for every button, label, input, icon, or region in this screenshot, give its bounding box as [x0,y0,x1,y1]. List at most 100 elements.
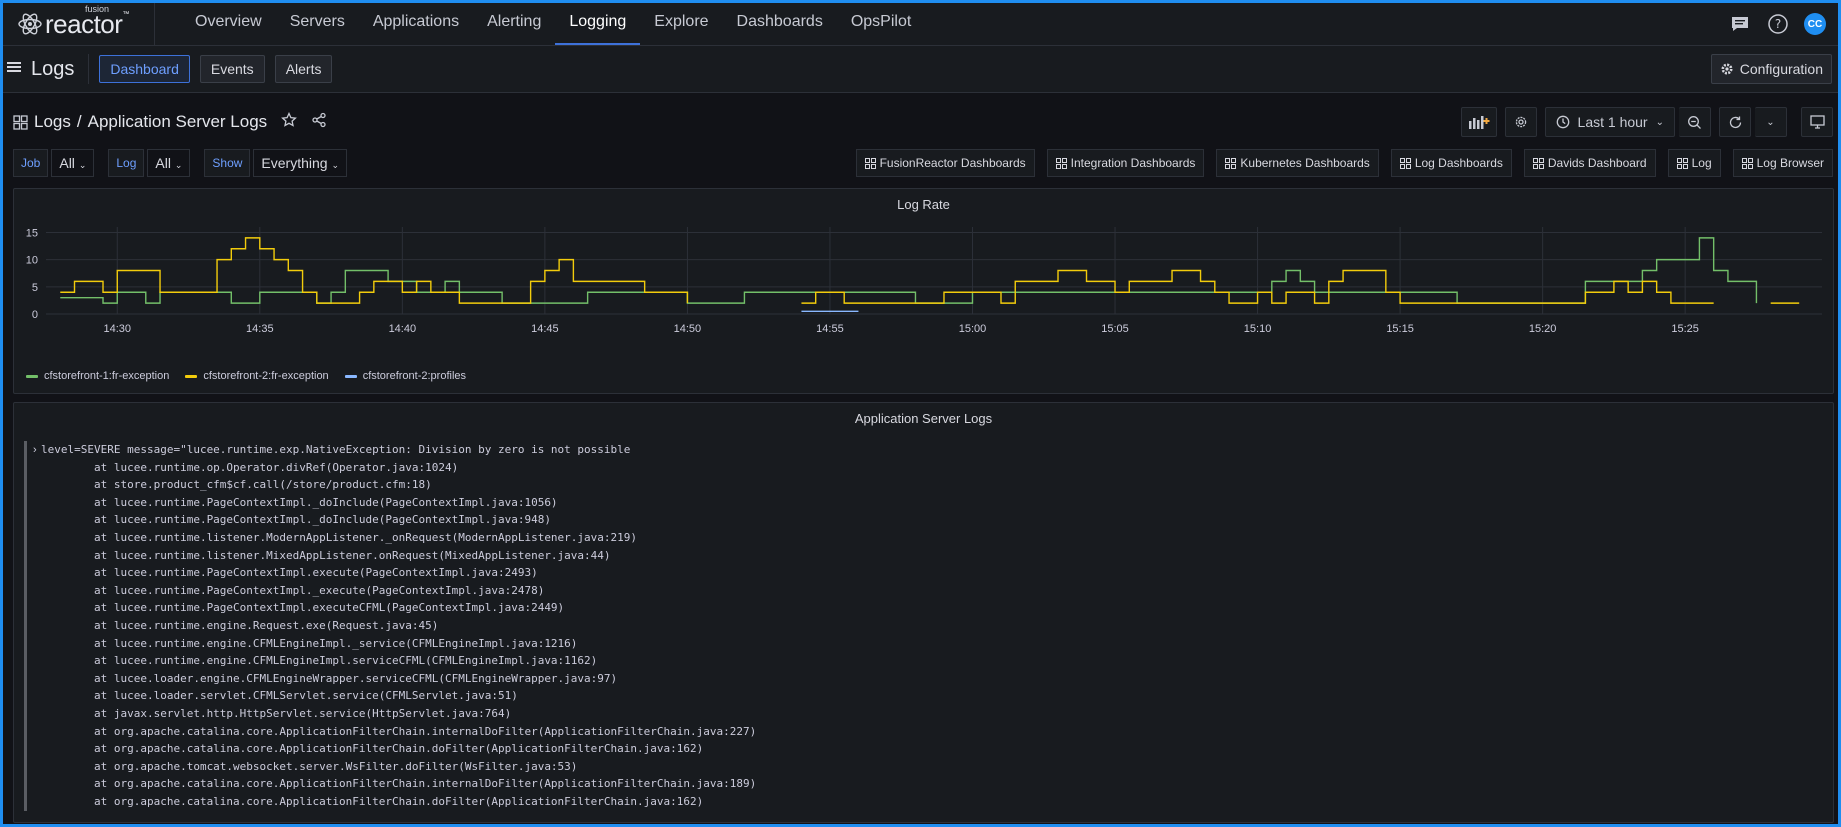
time-range-picker[interactable]: Last 1 hour ⌄ [1544,107,1675,137]
legend-label: cfstorefront-2:fr-exception [203,370,329,382]
gear-icon [1515,116,1526,128]
panel-title[interactable]: Application Server Logs [14,403,1833,426]
section-title: Logs [31,57,75,80]
x-tick-label: 15:00 [959,323,987,335]
tab-alerts[interactable]: Alerts [274,55,333,83]
link-integration-dashboards[interactable]: Integration Dashboards [1046,149,1205,177]
stack-trace-line: at lucee.loader.engine.CFMLEngineWrapper… [41,671,618,685]
stack-trace-line: at org.apache.catalina.core.ApplicationF… [41,742,704,756]
legend-item[interactable]: cfstorefront-2:fr-exception [185,370,329,382]
nav-servers[interactable]: Servers [276,3,359,45]
variable-value-show: Everything [261,155,328,171]
time-range-label: Last 1 hour [1577,114,1648,130]
link-davids-dashboard[interactable]: Davids Dashboard [1523,149,1656,177]
tab-dashboard[interactable]: Dashboard [99,55,190,83]
chevron-down-icon: ⌄ [1655,116,1664,128]
legend-label: cfstorefront-2:profiles [362,370,467,382]
configuration-label: Configuration [1739,61,1823,77]
nav-dashboards[interactable]: Dashboards [723,3,837,45]
link-label: Integration Dashboards [1070,156,1196,170]
gear-icon [1721,63,1733,75]
nav-explore[interactable]: Explore [640,3,722,45]
chevron-down-icon: ⌄ [1766,116,1775,128]
stack-trace-line: at org.apache.catalina.core.ApplicationF… [41,794,704,808]
log-entry[interactable]: › level=SEVERE message="lucee.runtime.ex… [24,441,1817,811]
add-panel-button[interactable] [1460,107,1497,137]
grid-icon [1399,157,1411,169]
nav-opspilot[interactable]: OpsPilot [837,3,925,45]
stack-trace-line: at lucee.runtime.listener.MixedAppListen… [41,548,611,562]
x-tick-label: 14:45 [531,323,559,335]
zoom-out-icon [1688,115,1701,129]
stack-trace-line: at lucee.runtime.PageContextImpl.execute… [41,601,565,615]
legend-item[interactable]: cfstorefront-1:fr-exception [26,370,169,382]
x-tick-label: 14:35 [246,323,274,335]
breadcrumb: Logs / Application Server Logs [13,111,327,133]
series-line-1[interactable] [60,237,1758,304]
fusionreactor-logo[interactable]: fusion reactor™ [3,3,155,45]
nav-overview[interactable]: Overview [181,3,276,45]
share-icon[interactable] [311,112,327,133]
y-tick-label: 0 [32,309,38,321]
variable-label-log: Log [108,149,145,177]
link-label: Log Browser [1756,156,1824,170]
panel-title[interactable]: Log Rate [14,189,1833,212]
x-tick-label: 15:20 [1529,323,1557,335]
link-fusionreactor-dashboards[interactable]: FusionReactor Dashboards [855,149,1035,177]
link-log-dashboards[interactable]: Log Dashboards [1390,149,1512,177]
settings-button[interactable] [1504,107,1537,137]
dashboard-actions: Last 1 hour ⌄ ⌄ [1457,107,1833,137]
stack-trace-line: at lucee.runtime.PageContextImpl._execut… [41,583,545,597]
nav-applications[interactable]: Applications [359,3,473,45]
chat-icon[interactable] [1728,12,1752,36]
variable-select-show[interactable]: Everything ⌄ [253,149,348,177]
help-icon[interactable]: ? [1766,12,1790,36]
tv-mode-button[interactable] [1801,107,1833,137]
menu-list-icon[interactable] [7,60,25,78]
dashboard-links: FusionReactor Dashboards Integration Das… [855,149,1833,177]
breadcrumb-separator: / [76,112,82,131]
grid-icon [1676,157,1688,169]
reactor-atom-icon [18,13,42,35]
log-rate-chart[interactable]: 0 5 10 15 14:30 14:35 14:40 14:45 14:50 14:55 15:0… [14,211,1833,386]
variable-select-job[interactable]: All ⌄ [51,149,95,177]
stack-trace-line: at lucee.runtime.PageContextImpl._doIncl… [41,513,551,527]
link-log-browser[interactable]: Log Browser [1732,149,1833,177]
link-label: FusionReactor Dashboards [879,156,1026,170]
tab-events[interactable]: Events [199,55,265,83]
nav-alerting[interactable]: Alerting [473,3,555,45]
zoom-out-button[interactable] [1679,107,1711,137]
variable-value-log: All [155,155,171,171]
stack-trace-line: at store.product_cfm$cf.call(/store/prod… [41,478,432,492]
refresh-button[interactable] [1719,107,1751,137]
stack-trace-line: at org.apache.catalina.core.ApplicationF… [41,724,757,738]
stack-trace-line: at lucee.runtime.engine.Request.exe(Requ… [41,618,439,632]
stack-trace-line: at javax.servlet.http.HttpServlet.servic… [41,706,512,720]
grid-icon [1741,157,1753,169]
breadcrumb-root[interactable]: Logs [34,112,71,132]
stack-trace-line: at lucee.runtime.PageContextImpl.execute… [41,566,538,580]
user-avatar[interactable]: CC [1804,13,1826,35]
x-tick-label: 15:25 [1671,323,1699,335]
nav-logging[interactable]: Logging [555,3,641,45]
variable-select-log[interactable]: All ⌄ [147,149,191,177]
stack-trace-line: at lucee.runtime.listener.ModernAppListe… [41,530,638,544]
star-icon[interactable] [281,111,298,133]
refresh-interval-dropdown[interactable]: ⌄ [1755,107,1787,137]
link-kubernetes-dashboards[interactable]: Kubernetes Dashboards [1216,149,1379,177]
y-tick-label: 5 [32,282,38,294]
legend-item[interactable]: cfstorefront-2:profiles [344,370,467,382]
dashboard-header: Logs / Application Server Logs Last 1 ho… [13,107,1833,137]
chevron-right-icon[interactable]: › [33,444,37,456]
log-rate-panel: Log Rate 0 5 10 15 14:30 14:35 14:40 14:45 14:50… [13,188,1834,394]
grid-icon [864,157,876,169]
stack-trace-line: at lucee.runtime.PageContextImpl._doIncl… [41,495,558,509]
main-nav: Overview Servers Applications Alerting L… [181,3,925,45]
template-variables-row: Job All ⌄ Log All ⌄ Show Everything ⌄ Fu… [13,149,1833,177]
logo-wordmark: fusion reactor™ [45,5,129,38]
stack-trace-line: at org.apache.catalina.core.ApplicationF… [41,777,757,791]
link-log[interactable]: Log [1667,149,1721,177]
chart-legend: cfstorefront-1:fr-exception cfstorefront-… [26,370,466,382]
dashboard-title: Application Server Logs [87,112,268,131]
configuration-button[interactable]: Configuration [1710,54,1832,84]
